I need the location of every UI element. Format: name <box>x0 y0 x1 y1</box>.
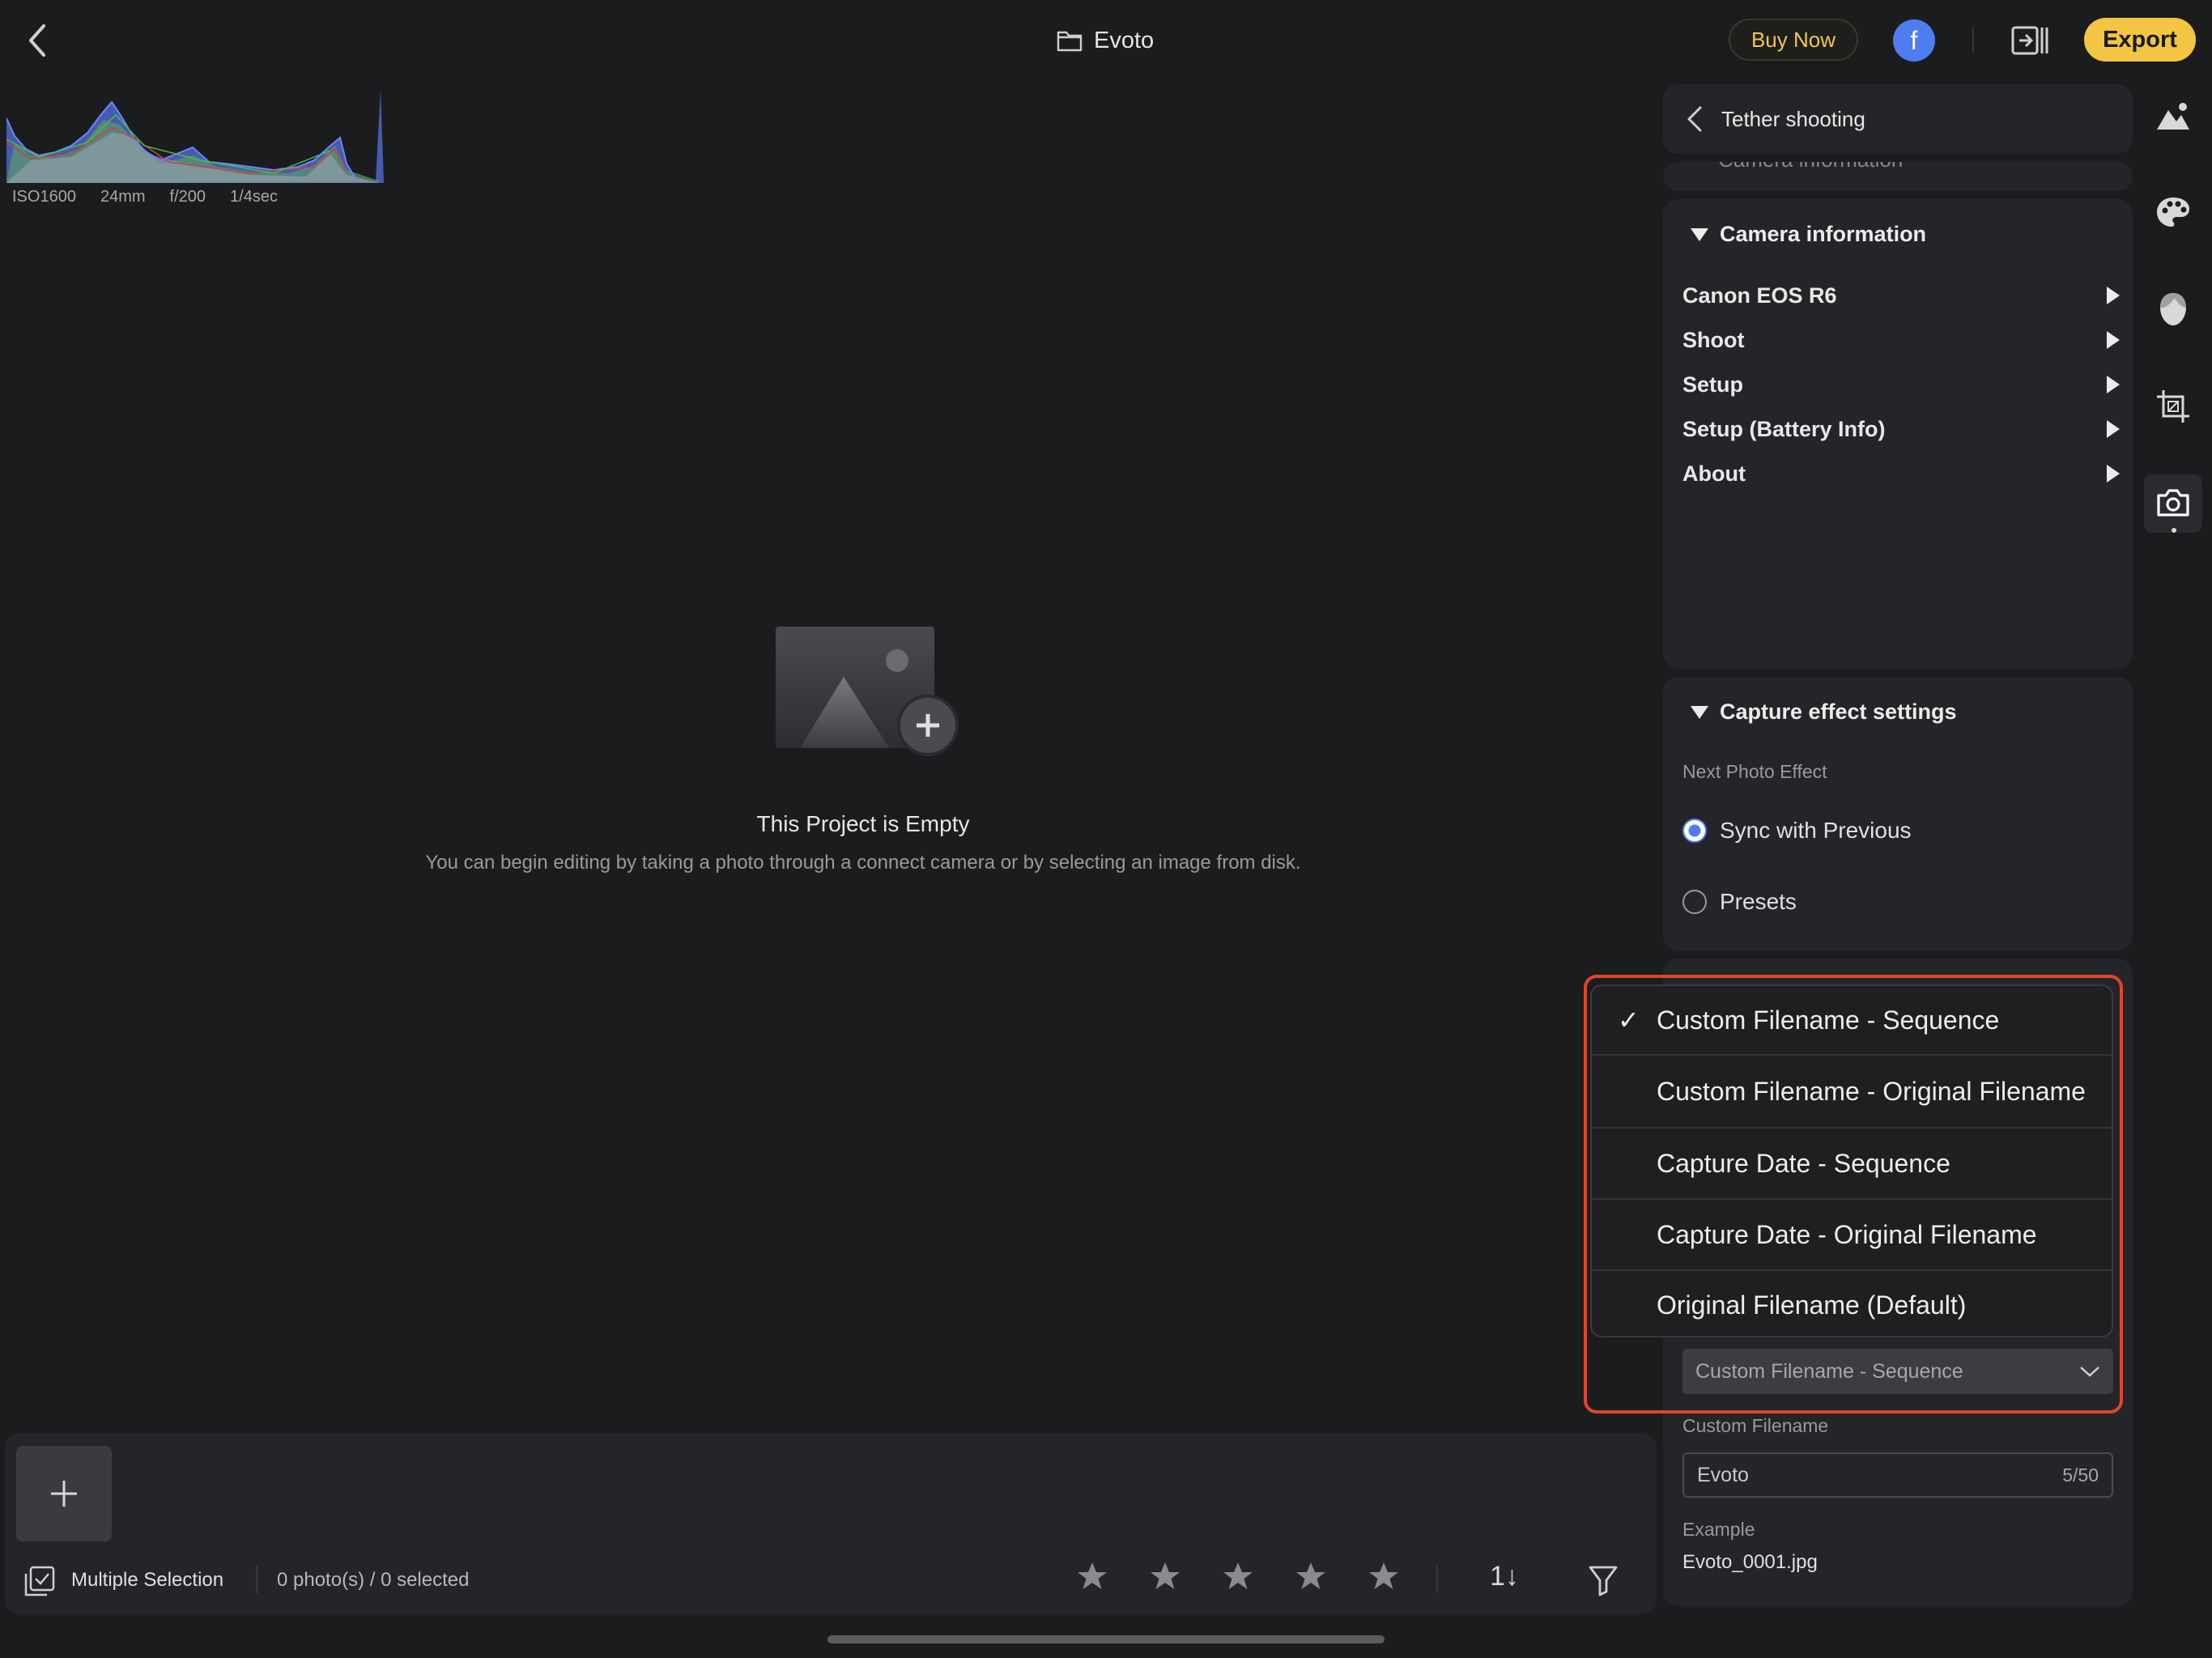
sidebar-toggle-icon <box>2011 26 2048 55</box>
sidebar-item-crop[interactable] <box>2149 382 2197 431</box>
export-button[interactable]: Export <box>2084 18 2196 62</box>
buy-now-button[interactable]: Buy Now <box>1729 19 1858 61</box>
exif-shutter: 1/4sec <box>230 188 278 206</box>
camera-information-section: Camera information Canon EOS R6 Shoot Se… <box>1663 199 2133 669</box>
add-photo-button[interactable] <box>16 1446 112 1541</box>
row-label: Shoot <box>1682 327 1745 352</box>
folder-icon <box>1057 31 1083 52</box>
radio-selected-icon <box>1682 818 1707 843</box>
palette-icon <box>2157 198 2189 227</box>
star-icon[interactable] <box>1150 1561 1180 1592</box>
triangle-down-icon <box>1691 705 1708 719</box>
sidebar-item-color[interactable] <box>2149 188 2197 236</box>
star-icon[interactable] <box>1295 1561 1326 1592</box>
capture-effect-header[interactable]: Capture effect settings <box>1691 699 1957 725</box>
row-label: About <box>1682 461 1746 486</box>
triangle-right-icon <box>2107 287 2120 304</box>
filmstrip-bar <box>5 1433 1657 1614</box>
photo-count: 0 photo(s) / 0 selected <box>277 1569 470 1591</box>
camera-item-about[interactable]: About <box>1682 445 2120 502</box>
section-title: Capture effect settings <box>1720 699 1957 724</box>
example-value: Evoto_0001.jpg <box>1682 1551 1818 1573</box>
camera-information-header[interactable]: Camera information <box>1691 222 1926 247</box>
empty-title: This Project is Empty <box>756 811 970 836</box>
exif-focal: 24mm <box>100 188 146 206</box>
sidebar-item-landscape[interactable] <box>2149 92 2197 141</box>
histogram <box>6 86 387 185</box>
rating-filter <box>1077 1561 1399 1592</box>
panel-toggle-button[interactable] <box>2010 23 2048 58</box>
char-count: 5/50 <box>2062 1464 2099 1486</box>
triangle-right-icon <box>2107 420 2120 438</box>
radio-label: Presets <box>1720 889 1797 914</box>
project-title-label: Evoto <box>1094 27 1155 53</box>
sidebar-item-portrait[interactable] <box>2149 285 2197 334</box>
tether-title: Tether shooting <box>1721 107 1865 131</box>
row-label: Canon EOS R6 <box>1682 283 1837 308</box>
sidebar-item-tether[interactable] <box>2144 474 2202 533</box>
collapsed-section-peek: Camera information <box>1663 162 2133 191</box>
divider <box>1972 26 1974 53</box>
peek-label: Camera information <box>1718 162 1903 172</box>
triangle-right-icon <box>2107 465 2120 483</box>
annotation-highlight <box>1584 975 2123 1414</box>
tether-shooting-header[interactable]: Tether shooting <box>1663 84 2133 154</box>
next-photo-effect-label: Next Photo Effect <box>1682 761 1827 782</box>
custom-filename-input[interactable]: Evoto 5/50 <box>1682 1452 2113 1498</box>
chevron-left-icon <box>1687 106 1702 132</box>
row-label: Setup (Battery Info) <box>1682 416 1886 441</box>
sort-button[interactable]: 1↓ <box>1490 1561 1522 1596</box>
divider <box>256 1566 257 1593</box>
camera-icon <box>2157 489 2189 517</box>
image-add-icon <box>776 627 959 756</box>
star-icon[interactable] <box>1223 1561 1253 1592</box>
multiple-selection-button[interactable]: Multiple Selection <box>71 1569 223 1592</box>
radio-presets[interactable]: Presets <box>1682 889 1797 915</box>
input-value: Evoto <box>1697 1463 1749 1486</box>
exif-aperture: f/200 <box>169 188 206 206</box>
radio-sync-with-previous[interactable]: Sync with Previous <box>1682 818 1912 844</box>
triangle-right-icon <box>2107 376 2120 393</box>
project-title[interactable]: Evoto <box>1057 21 1154 60</box>
avatar[interactable]: f <box>1893 19 1935 62</box>
filter-icon[interactable] <box>1589 1564 1618 1596</box>
crop-icon <box>2157 390 2189 423</box>
section-title: Camera information <box>1720 222 1927 246</box>
chevron-left-icon <box>29 24 45 57</box>
home-indicator <box>827 1635 1385 1643</box>
multiple-selection-icon[interactable] <box>24 1566 55 1596</box>
capture-effect-section: Capture effect settings Next Photo Effec… <box>1663 677 2133 950</box>
divider <box>1436 1566 1438 1593</box>
example-label: Example <box>1682 1519 1755 1540</box>
empty-subtitle: You can begin editing by taking a photo … <box>425 852 1301 874</box>
custom-filename-label: Custom Filename <box>1682 1415 1829 1436</box>
exif-readout: ISO1600 24mm f/200 1/4sec <box>12 188 278 206</box>
face-icon <box>2160 293 2186 325</box>
empty-project-illustration <box>776 627 959 785</box>
active-indicator-dot <box>2172 528 2176 533</box>
row-label: Setup <box>1682 372 1744 397</box>
radio-unselected-icon <box>1682 890 1707 914</box>
star-icon[interactable] <box>1077 1561 1108 1592</box>
exif-iso: ISO1600 <box>12 188 76 206</box>
star-icon[interactable] <box>1368 1561 1399 1592</box>
radio-label: Sync with Previous <box>1720 818 1912 843</box>
plus-icon <box>51 1481 77 1507</box>
triangle-down-icon <box>1691 227 1708 241</box>
landscape-icon <box>2157 103 2189 130</box>
back-button[interactable] <box>19 18 55 63</box>
triangle-right-icon <box>2107 331 2120 349</box>
